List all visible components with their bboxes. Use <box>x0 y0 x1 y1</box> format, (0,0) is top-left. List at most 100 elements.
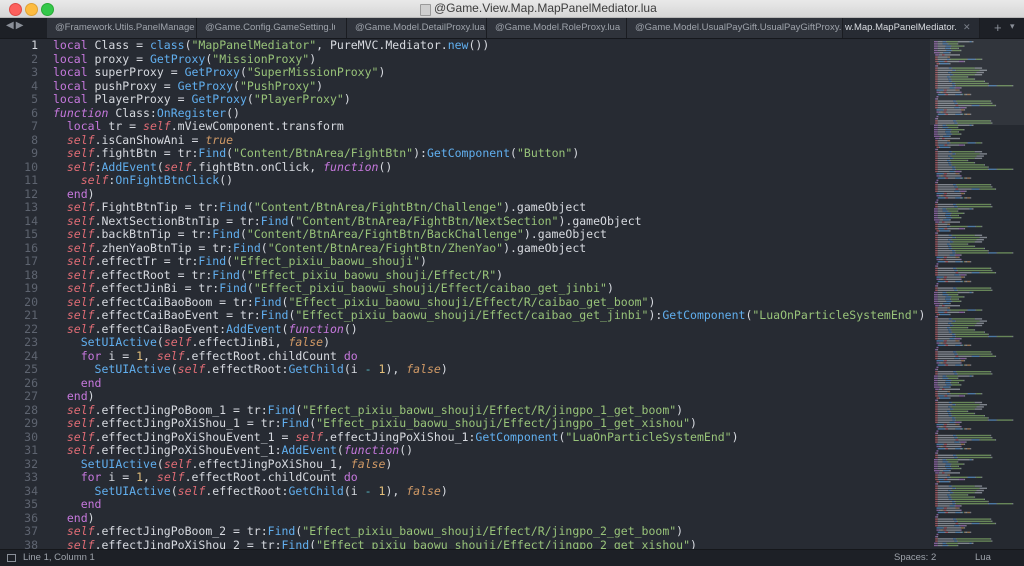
minimap-token <box>943 135 950 137</box>
back-arrow-icon[interactable]: ◀ <box>6 20 16 31</box>
code-line[interactable]: self.NextSectionBtnTip = tr:Find("Conten… <box>53 214 642 229</box>
code-line[interactable]: self.isCanShowAni = true <box>53 133 233 148</box>
minimap-token <box>955 261 961 263</box>
minimap-token <box>961 443 965 445</box>
tab-role-proxy[interactable]: @Game.Model.RoleProxy.lua <box>487 18 627 38</box>
code-line[interactable]: SetUIActive(self.effectRoot:GetChild(i -… <box>53 362 448 377</box>
code-line[interactable]: local tr = self.mViewComponent.transform <box>53 119 344 134</box>
code-token: ) <box>731 429 739 444</box>
tab-game-setting[interactable]: @Game.Config.GameSetting.lua <box>197 18 347 38</box>
code-area[interactable]: local Class = class("MapPanelMediator", … <box>53 39 930 549</box>
close-window-button[interactable] <box>9 3 22 16</box>
minimap-token <box>963 228 966 230</box>
code-token: self <box>66 416 95 430</box>
minimap-token <box>951 151 953 153</box>
code-line[interactable]: self.fightBtn = tr:Find ("Content/BtnArea… <box>53 146 579 161</box>
code-line[interactable]: SetUIActive(self.effectRoot:GetChild(i -… <box>53 484 448 499</box>
minimap-viewport[interactable] <box>930 39 1024 125</box>
minimap-token <box>935 404 938 406</box>
code-editor[interactable]: 1 2 3 4 5 6 7 8 9 10 11 12 13 14 15 16 17 18 19 20 21 22 23 24 2… <box>0 39 930 549</box>
tab-panel-manager[interactable]: @Framework.Utils.PanelManager.lua <box>47 18 197 38</box>
code-line[interactable]: self.zhenYaoBtnTip = tr:Find("Content/Bt… <box>53 241 586 256</box>
code-line[interactable]: end) <box>53 187 95 202</box>
code-line[interactable]: self.effectJingPoBoom_2 = tr:Find("Effec… <box>53 524 683 539</box>
tab-usual-pay-gift-proxy[interactable]: @Game.Model.UsualPayGift.UsualPayGiftPro… <box>627 18 843 38</box>
code-line[interactable]: self.effectJinBi = tr:Find("Effect_pixiu… <box>53 281 614 296</box>
code-line[interactable]: local proxy = GetProxy("MissionProxy") <box>53 52 316 67</box>
code-line[interactable]: local pushProxy = GetProxy("PushProxy") <box>53 79 323 94</box>
tab-list-dropdown-icon[interactable]: ▾ <box>1010 21 1015 32</box>
line-number-gutter: 1 2 3 4 5 6 7 8 9 10 11 12 13 14 15 16 17 18 19 20 21 22 23 24 2… <box>0 39 46 549</box>
code-token: ): <box>648 308 663 322</box>
code-line[interactable]: local superProxy = GetProxy("SuperMissio… <box>53 65 385 80</box>
minimap-token <box>942 221 945 223</box>
minimap-token <box>981 142 983 144</box>
code-line[interactable]: self.effectRoot = tr:Find("Effect_pixiu_… <box>53 268 503 283</box>
minimap-token <box>970 344 972 346</box>
minimap-token <box>951 382 958 384</box>
new-tab-button[interactable]: + <box>994 20 1002 35</box>
code-line[interactable]: self.backBtnTip = tr:Find("Content/BtnAr… <box>53 227 607 242</box>
syntax-selector[interactable]: Lua <box>975 552 991 563</box>
minimap-token <box>950 162 952 164</box>
minimap-token <box>966 309 968 311</box>
minimap[interactable] <box>930 39 1024 549</box>
minimap-token <box>955 507 959 509</box>
code-line[interactable]: SetUIActive(self.effectJinBi, false) <box>53 335 330 350</box>
code-line[interactable]: self.effectJingPoXiShouEvent_1:AddEvent(… <box>53 443 413 458</box>
minimap-token <box>949 397 951 399</box>
code-line[interactable]: end) <box>53 511 95 526</box>
code-line[interactable]: for i = 1, self.effectRoot.childCount do <box>53 349 358 364</box>
close-tab-icon[interactable]: ✕ <box>963 22 971 33</box>
code-line[interactable]: for i = 1, self.effectRoot.childCount do <box>53 470 358 485</box>
minimize-window-button[interactable] <box>25 3 38 16</box>
code-line[interactable]: local Class = class("MapPanelMediator", … <box>53 39 489 53</box>
code-line[interactable]: end <box>53 376 102 391</box>
minimap-token <box>944 256 947 258</box>
tab-detail-proxy[interactable]: @Game.Model.DetailProxy.lua <box>347 18 487 38</box>
forward-arrow-icon[interactable]: ▶ <box>16 20 26 31</box>
code-line[interactable]: self.effectJingPoXiShouEvent_1 = self.ef… <box>53 429 739 445</box>
code-line[interactable]: self.effectCaiBaoBoom = tr:Find("Effect_… <box>53 295 656 310</box>
line-number: 30 <box>24 429 38 444</box>
minimap-token <box>990 454 992 456</box>
code-line[interactable]: local PlayerProxy = GetProxy("PlayerProx… <box>53 92 351 107</box>
minimap-token <box>955 335 957 338</box>
code-token: .effectJinBi, <box>191 335 289 349</box>
code-line[interactable]: self.FightBtnTip = tr:Find("Content/BtnA… <box>53 200 586 215</box>
panel-toggle-icon[interactable] <box>7 554 16 562</box>
indentation-setting[interactable]: Spaces: 2 <box>894 552 936 563</box>
code-line[interactable]: end) <box>53 389 95 404</box>
tab-map-panel-mediator[interactable]: w.Map.MapPanelMediator.lua ✕ <box>843 18 980 38</box>
minimap-token <box>935 331 938 333</box>
minimap-token <box>944 280 946 283</box>
minimap-token <box>937 461 943 463</box>
code-line[interactable]: self.effectCaiBaoEvent:AddEvent(function… <box>53 322 358 337</box>
minimap-token <box>946 527 962 529</box>
code-line[interactable]: self.effectCaiBaoEvent = tr:Find("Effect… <box>53 308 926 323</box>
code-line[interactable]: self.effectJingPoXiShou_2 = tr:Find("Eff… <box>53 538 697 549</box>
code-line[interactable]: function Class:OnRegister() <box>53 106 240 121</box>
minimap-token <box>944 340 947 342</box>
code-line[interactable]: end <box>53 497 102 512</box>
minimap-token <box>935 439 938 441</box>
code-line[interactable]: self:OnFightBtnClick() <box>53 173 233 188</box>
minimap-token <box>966 393 968 395</box>
code-line[interactable]: self.effectTr = tr:Find("Effect_pixiu_ba… <box>53 254 427 269</box>
code-line[interactable]: self:AddEvent(self.fightBtn.onClick, fun… <box>53 160 392 175</box>
minimap-token <box>997 419 1013 421</box>
minimap-token <box>984 247 985 250</box>
minimap-token <box>934 219 940 221</box>
code-token: class <box>149 39 185 52</box>
minimap-token <box>943 423 945 426</box>
code-line[interactable]: self.effectJingPoXiShou_1 = tr:Find("Eff… <box>53 416 697 431</box>
minimap-token <box>947 377 949 379</box>
minimap-token <box>955 355 959 357</box>
minimap-token <box>937 153 953 155</box>
code-line[interactable]: self.effectJingPoBoom_1 = tr:Find("Effec… <box>53 403 683 418</box>
maximize-window-button[interactable] <box>41 3 54 16</box>
code-line[interactable]: SetUIActive(self.effectJingPoXiShou_1, f… <box>53 457 393 472</box>
code-token: ( <box>246 92 254 106</box>
minimap-token <box>950 239 952 241</box>
minimap-token <box>935 525 938 527</box>
